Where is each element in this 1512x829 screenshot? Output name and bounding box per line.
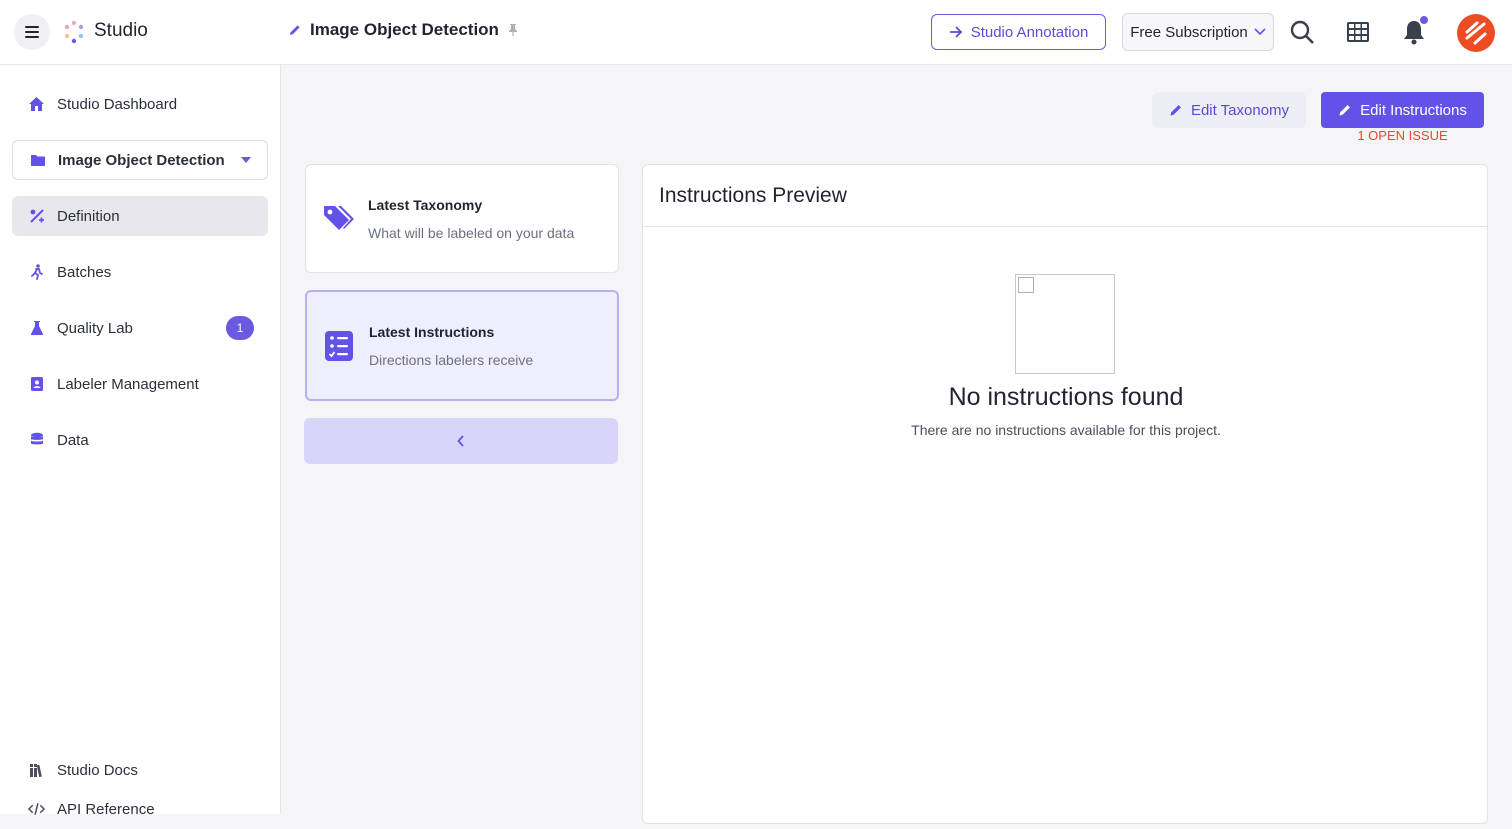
collapse-panel-button[interactable] [304, 418, 618, 464]
code-icon [28, 801, 45, 818]
subscription-label: Free Subscription [1130, 23, 1248, 41]
open-issue-link[interactable]: 1 OPEN ISSUE [1321, 128, 1484, 143]
definition-icon [28, 208, 45, 225]
sidebar-item-label: Data [57, 431, 89, 449]
sidebar-item-quality-lab[interactable]: Quality Lab 1 [12, 308, 268, 348]
latest-taxonomy-card[interactable]: Latest Taxonomy What will be labeled on … [305, 164, 619, 273]
pin-icon[interactable] [507, 23, 519, 37]
project-selector-label: Image Object Detection [58, 151, 225, 169]
pencil-icon [1170, 105, 1181, 116]
pencil-icon [1339, 105, 1351, 116]
latest-instructions-card[interactable]: Latest Instructions Directions labelers … [305, 290, 619, 401]
search-button[interactable] [1288, 18, 1316, 46]
card-title: Latest Taxonomy [368, 197, 483, 213]
menu-button[interactable] [14, 14, 50, 50]
sidebar-item-label: Studio Dashboard [57, 95, 178, 113]
sidebar-item-label: Studio Docs [57, 761, 138, 779]
empty-state-title: No instructions found [948, 383, 1184, 411]
sidebar: Studio Dashboard Image Object Detection … [0, 65, 281, 818]
broken-image-icon [1018, 277, 1034, 293]
project-title-area: Image Object Detection [288, 20, 519, 40]
sidebar-item-data[interactable]: Data [12, 420, 268, 460]
sidebar-item-label: Batches [57, 263, 112, 281]
edit-taxonomy-button[interactable]: Edit Taxonomy [1152, 92, 1306, 128]
preview-title: Instructions Preview [643, 165, 1487, 227]
sidebar-item-definition[interactable]: Definition [12, 196, 268, 236]
notifications-button[interactable] [1400, 16, 1428, 46]
books-icon [28, 762, 45, 779]
sidebar-item-label: Quality Lab [57, 319, 133, 337]
edit-instructions-label: Edit Instructions [1360, 101, 1467, 119]
search-icon [1290, 20, 1314, 44]
apps-button[interactable] [1344, 18, 1372, 46]
sidebar-item-label: Labeler Management [57, 375, 199, 393]
home-icon [28, 96, 45, 113]
instructions-preview-panel: Instructions Preview No instructions fou… [642, 164, 1488, 824]
chevron-left-icon [457, 435, 464, 447]
sidebar-item-label: Definition [57, 207, 120, 225]
subscription-dropdown[interactable]: Free Subscription [1122, 13, 1274, 51]
sidebar-item-studio-docs[interactable]: Studio Docs [12, 750, 268, 790]
broken-image-placeholder [1015, 274, 1115, 374]
sidebar-item-label: API Reference [57, 800, 155, 818]
brand-logo-icon [1465, 21, 1487, 45]
tags-icon [324, 206, 354, 230]
card-subtitle: What will be labeled on your data [368, 225, 575, 241]
app-title[interactable]: Studio [94, 20, 148, 42]
runner-icon [28, 264, 45, 281]
notification-dot [1420, 16, 1428, 24]
card-title: Latest Instructions [369, 324, 495, 340]
project-selector[interactable]: Image Object Detection [12, 140, 268, 180]
caret-down-icon [241, 157, 251, 163]
project-title: Image Object Detection [310, 20, 499, 39]
avatar[interactable] [1457, 14, 1495, 52]
checklist-icon [325, 331, 353, 361]
card-subtitle: Directions labelers receive [369, 352, 534, 368]
sidebar-item-studio-dashboard[interactable]: Studio Dashboard [12, 84, 268, 124]
sidebar-item-labeler-management[interactable]: Labeler Management [12, 364, 268, 404]
studio-annotation-button[interactable]: Studio Annotation [931, 14, 1106, 50]
grid-icon [1347, 22, 1369, 42]
top-bar: Studio Image Object Detection Studio Ann… [0, 0, 1512, 65]
quality-lab-count-badge: 1 [226, 316, 254, 340]
folder-icon [29, 152, 46, 169]
database-icon [28, 432, 45, 449]
studio-annotation-label: Studio Annotation [970, 23, 1089, 41]
pencil-icon[interactable] [288, 23, 302, 37]
empty-state-subtitle: There are no instructions available for … [911, 422, 1221, 438]
flask-icon [28, 320, 45, 337]
hamburger-icon [25, 26, 39, 38]
arrow-right-icon [949, 26, 962, 38]
studio-logo-icon[interactable] [62, 20, 86, 44]
edit-instructions-button[interactable]: Edit Instructions [1321, 92, 1484, 128]
edit-taxonomy-label: Edit Taxonomy [1190, 101, 1290, 119]
sidebar-item-api-reference[interactable]: API Reference [12, 789, 268, 829]
id-card-icon [28, 376, 45, 393]
sidebar-item-batches[interactable]: Batches [12, 252, 268, 292]
chevron-down-icon [1254, 28, 1266, 36]
